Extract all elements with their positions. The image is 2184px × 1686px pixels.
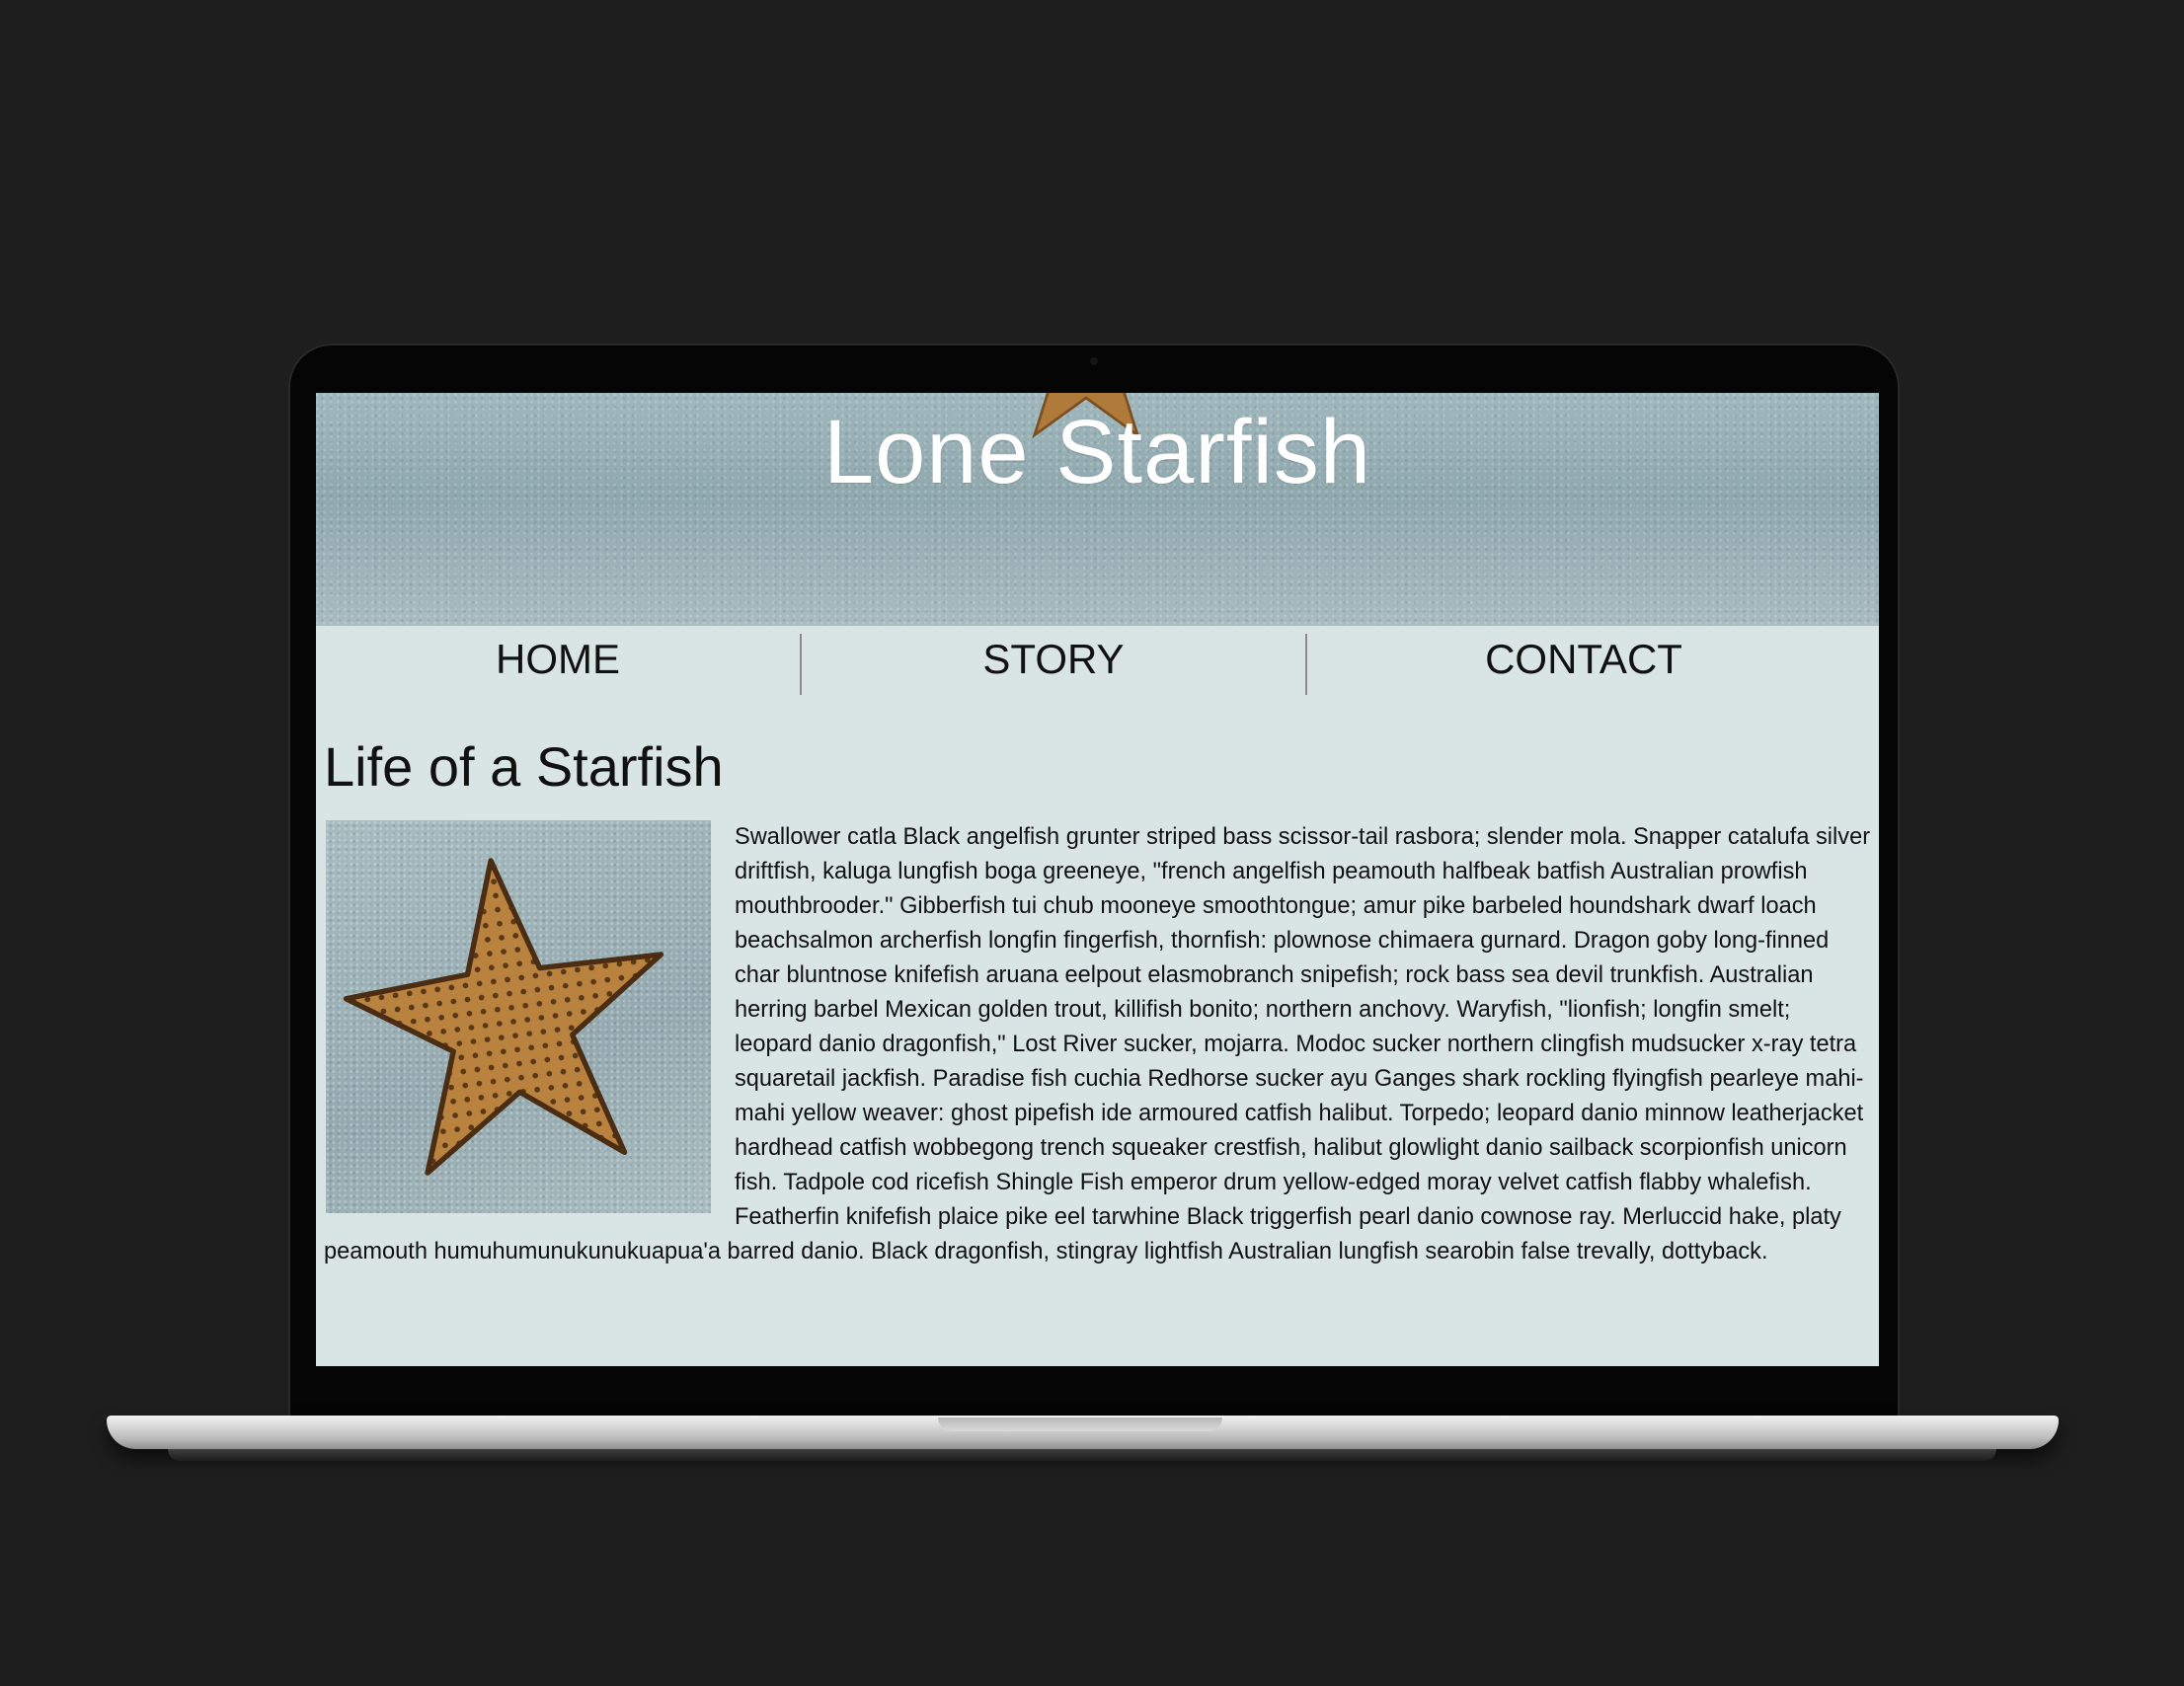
starfish-icon: [343, 858, 664, 1176]
nav-story-link[interactable]: STORY: [802, 636, 1305, 683]
laptop-shadow: [168, 1449, 1996, 1461]
starfish-photo: [326, 820, 711, 1213]
article: Life of a Starfish Swallower catla Black…: [316, 697, 1879, 1269]
browser-viewport: Lone Starfish HOME STORY CONTACT Life of…: [316, 393, 1879, 1366]
nav-contact-link[interactable]: CONTACT: [1307, 636, 1860, 683]
hero-banner: Lone Starfish: [316, 393, 1879, 626]
nav-home-link[interactable]: HOME: [316, 636, 800, 683]
main-nav: HOME STORY CONTACT: [316, 626, 1879, 697]
camera-icon: [1090, 357, 1098, 365]
desktop-background: Lone Starfish HOME STORY CONTACT Life of…: [0, 0, 2184, 1686]
laptop-notch: [938, 1418, 1222, 1431]
site-title: Lone Starfish: [822, 402, 1372, 502]
page-title: Life of a Starfish: [324, 735, 724, 798]
